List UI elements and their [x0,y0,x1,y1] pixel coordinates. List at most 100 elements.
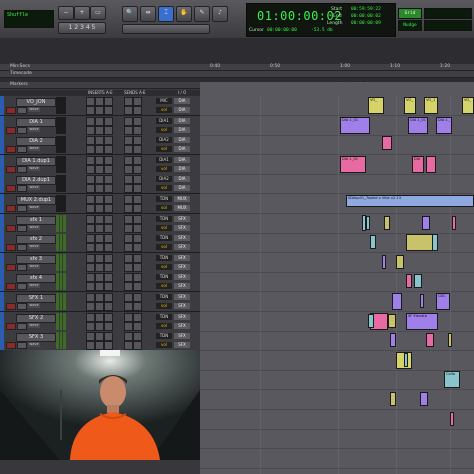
audio-clip[interactable]: DIA 1_01 [408,116,428,134]
output-selector-2[interactable]: SFX [174,322,190,329]
send-slot[interactable] [133,204,142,213]
pencil-tool-icon[interactable]: ✎ [194,6,210,22]
audio-clip[interactable] [366,215,370,230]
insert-slot[interactable] [104,223,113,233]
grid-button[interactable]: Grid [398,8,422,19]
audio-clip[interactable]: Colla [444,371,460,389]
send-slot[interactable] [133,243,142,253]
audio-clip[interactable] [426,155,436,173]
input-selector[interactable]: TDN [156,196,172,202]
insert-slot[interactable] [86,204,95,213]
insert-slot[interactable] [86,214,95,224]
solo-button[interactable] [17,303,27,310]
output-selector[interactable]: DIA [174,117,190,124]
selector-tool-icon[interactable]: ⌶ [158,6,174,22]
insert-slot[interactable] [86,175,95,185]
insert-slots[interactable] [86,332,120,351]
tool-options[interactable] [122,24,210,34]
insert-slot[interactable] [95,155,104,165]
insert-slot[interactable] [95,262,104,272]
record-enable-button[interactable] [6,263,16,271]
track-view-selector[interactable]: wave [28,342,40,348]
insert-slot[interactable] [104,145,113,155]
send-slot[interactable] [133,341,142,351]
insert-slot[interactable] [104,184,113,194]
track-name[interactable]: DIA 1.dup1 [16,156,56,166]
send-slot[interactable] [124,332,133,342]
insert-slot[interactable] [95,145,104,155]
track-name[interactable]: MUX 2.dup1 [16,196,56,205]
track-name[interactable]: DIA 2.dup1 [16,176,56,186]
ruler-timecode[interactable]: Timecode [0,71,474,78]
audio-clip[interactable]: SF Elevato [406,312,438,330]
end-value[interactable]: 00:00:00:02 [351,14,381,19]
send-slot[interactable] [124,164,133,174]
insert-slot[interactable] [95,125,104,135]
insert-slot[interactable] [95,332,104,342]
audio-clip[interactable] [392,293,402,310]
send-slot[interactable] [133,145,142,155]
insert-slot[interactable] [86,253,95,263]
input-selector[interactable]: DIA2 [156,176,172,183]
track-view-selector[interactable]: wave [28,165,40,171]
send-slot[interactable] [133,262,142,272]
timeline-lane[interactable] [200,351,474,371]
zoom-presets[interactable]: 1 2 3 4 5 [58,22,106,34]
audio-clip[interactable]: VO_ [462,97,474,114]
send-slots[interactable] [124,253,152,272]
input-selector[interactable]: TDN [156,294,172,300]
audio-clip[interactable] [384,215,390,230]
output-selector-2[interactable]: DIA [174,185,190,192]
send-slot[interactable] [133,253,142,263]
volume-display[interactable]: vol [156,283,172,290]
send-slot[interactable] [133,125,142,135]
volume-display[interactable]: vol [156,165,172,172]
send-slot[interactable] [133,321,142,331]
insert-slot[interactable] [95,223,104,233]
send-slot[interactable] [124,273,133,283]
insert-slot[interactable] [86,302,95,311]
timeline-lane[interactable] [200,174,474,195]
insert-slot[interactable] [104,332,113,342]
volume-display[interactable]: vol [156,342,172,349]
audio-clip[interactable]: DIA [412,155,424,173]
solo-button[interactable] [17,165,27,173]
speaker-icon[interactable]: ♪ [212,6,228,22]
output-selector-2[interactable]: SFX [174,283,190,290]
send-slot[interactable] [124,282,133,292]
insert-slot[interactable] [95,106,104,115]
send-slot[interactable] [124,214,133,224]
timeline-lane[interactable] [200,449,474,469]
send-slot[interactable] [133,302,142,311]
zoomer-tool-icon[interactable]: 🔍 [122,6,138,22]
send-slot[interactable] [133,116,142,126]
output-selector[interactable]: DIA [174,98,190,104]
record-enable-button[interactable] [6,185,16,193]
audio-clip[interactable]: VO_1 [424,97,438,114]
output-selector-2[interactable]: DIA [174,165,190,172]
solo-button[interactable] [17,107,27,114]
solo-button[interactable] [17,185,27,193]
send-slots[interactable] [124,312,152,331]
send-slot[interactable] [124,223,133,233]
audio-clip[interactable]: DIA 1_01 [340,155,366,173]
edit-timeline[interactable]: VO_ VO_ VO_1 VO_ DIA 1_01 DIA 1_01 DIA 1_ DIA 1… [200,82,474,474]
audio-clip[interactable] [382,136,392,151]
insert-slot[interactable] [86,223,95,233]
record-enable-button[interactable] [6,205,16,212]
insert-slot[interactable] [95,195,104,204]
send-slot[interactable] [133,155,142,165]
track-name[interactable]: SFX 1 [16,294,56,303]
track-name[interactable]: sfx 3 [16,254,56,264]
send-slot[interactable] [133,164,142,174]
track-row[interactable]: sfx 3 wave TDN vol SFX SFX [0,252,200,273]
track-view-selector[interactable]: wave [28,107,40,112]
track-view-selector[interactable]: wave [28,224,40,230]
output-selector[interactable]: DIA [174,137,190,144]
track-name[interactable]: SFX 3 [16,333,56,343]
insert-slot[interactable] [104,136,113,146]
track-view-selector[interactable]: wave [28,283,40,289]
insert-slot[interactable] [95,282,104,292]
timeline-lane[interactable] [200,370,474,391]
solo-button[interactable] [17,205,27,212]
